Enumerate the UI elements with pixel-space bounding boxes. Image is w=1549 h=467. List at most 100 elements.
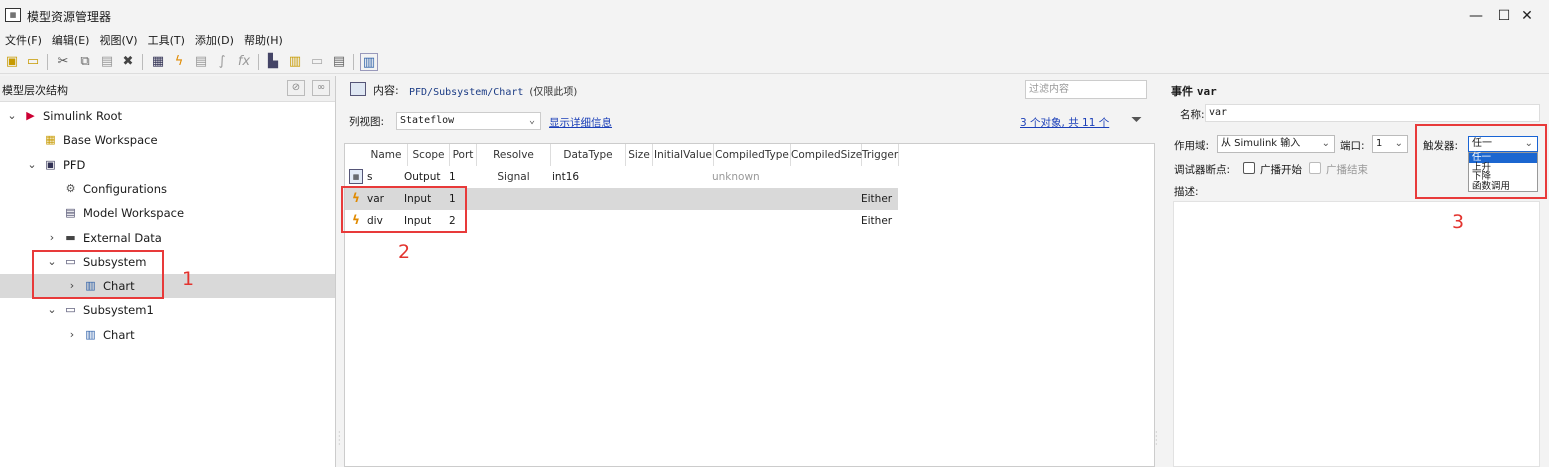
column-header[interactable]: Scope bbox=[408, 144, 450, 166]
broadcast-start-label: 广播开始 bbox=[1260, 164, 1302, 176]
column-header[interactable]: Size bbox=[626, 144, 653, 166]
cut-icon[interactable]: ✂ bbox=[54, 53, 72, 71]
annotation-box-2 bbox=[341, 186, 467, 233]
workspace-icon: ▦ bbox=[45, 133, 56, 147]
pane-title: 模型层次结构 bbox=[2, 84, 68, 97]
column-header[interactable]: Name bbox=[365, 144, 408, 166]
cell-compiledtype: unknown bbox=[712, 171, 760, 183]
tree-item[interactable]: ▤ Model Workspace bbox=[0, 201, 335, 225]
tree-item-label: Simulink Root bbox=[43, 109, 123, 123]
chevron-down-icon[interactable]: ⌄ bbox=[46, 298, 58, 322]
toolbar: ▣ ▭ ✂ ⧉ ▤ ✖ ▦ ϟ ▤ ∫ fx ▙ ▥ ▭ ▤ ▥ bbox=[0, 50, 1549, 74]
dialog-pane-icon[interactable]: ▥ bbox=[360, 53, 378, 71]
chevron-down-icon: ⌄ bbox=[1394, 138, 1403, 149]
workspace-toolbar-icon[interactable]: ▥ bbox=[286, 53, 304, 71]
tree-item[interactable]: ⚙ Configurations bbox=[0, 177, 335, 201]
cell-port: 1 bbox=[449, 171, 456, 183]
name-field[interactable]: var bbox=[1205, 104, 1540, 122]
chevron-down-icon[interactable]: ⌄ bbox=[6, 104, 18, 128]
paste-icon[interactable]: ▤ bbox=[98, 53, 116, 71]
content-breadcrumb: 内容: PFD/Subsystem/Chart (仅限此项) 过滤内容 bbox=[337, 76, 1155, 102]
menu-tools[interactable]: 工具(T) bbox=[148, 32, 185, 50]
add-message-icon[interactable]: ▤ bbox=[192, 53, 210, 71]
content-icon bbox=[350, 82, 366, 96]
chevron-right-icon[interactable]: › bbox=[46, 226, 58, 250]
chevron-right-icon[interactable]: › bbox=[66, 323, 78, 347]
open-folder-icon[interactable]: ▭ bbox=[24, 53, 42, 71]
list-view-label: 列视图: bbox=[349, 116, 385, 128]
menu-view[interactable]: 视图(V) bbox=[99, 32, 137, 50]
cell-datatype: int16 bbox=[552, 171, 580, 183]
delete-icon[interactable]: ✖ bbox=[119, 53, 137, 71]
object-count-link[interactable]: 3 个对象, 共 11 个 bbox=[1020, 115, 1109, 130]
menu-help[interactable]: 帮助(H) bbox=[244, 32, 283, 50]
model-icon: ▣ bbox=[45, 157, 56, 171]
event-title: 事件 var bbox=[1171, 85, 1217, 98]
minimize-button[interactable]: — bbox=[1461, 5, 1491, 27]
properties-icon[interactable]: ▤ bbox=[330, 53, 348, 71]
cell-scope: Output bbox=[404, 171, 441, 183]
tree-item[interactable]: › ▥ Chart bbox=[0, 323, 335, 347]
column-header[interactable]: DataType bbox=[551, 144, 626, 166]
contents-pane: 内容: PFD/Subsystem/Chart (仅限此项) 过滤内容 列视图:… bbox=[337, 76, 1155, 467]
port-select[interactable]: 1 ⌄ bbox=[1372, 135, 1408, 153]
table-row[interactable]: ▦ s Output 1 int16 unknown bbox=[345, 166, 898, 188]
tree-item[interactable]: ⌄ ▣ PFD bbox=[0, 153, 335, 177]
chevron-down-icon[interactable]: ⌄ bbox=[26, 153, 38, 177]
tree-item-label: PFD bbox=[63, 157, 86, 172]
broadcast-end-checkbox[interactable] bbox=[1309, 162, 1321, 174]
column-header[interactable]: Trigger bbox=[862, 144, 899, 166]
subsystem-icon: ▭ bbox=[65, 303, 76, 317]
name-label: 名称: bbox=[1180, 109, 1205, 121]
close-button[interactable]: ✕ bbox=[1512, 5, 1542, 27]
fx-icon[interactable]: fx bbox=[235, 53, 253, 71]
add-event-icon[interactable]: ϟ bbox=[170, 53, 188, 71]
model-advisor-icon[interactable]: ▙ bbox=[264, 53, 282, 71]
splitter-grip[interactable]: · · · · bbox=[1155, 429, 1158, 449]
library-icon[interactable]: ▭ bbox=[308, 53, 326, 71]
gear-icon: ⚙ bbox=[65, 181, 76, 195]
menu-add[interactable]: 添加(D) bbox=[195, 32, 234, 50]
scope-select[interactable]: 从 Simulink 输入 ⌄ bbox=[1217, 135, 1335, 153]
add-data-icon[interactable]: ▦ bbox=[149, 53, 167, 71]
tree-item[interactable]: ⌄ ▭ Subsystem1 bbox=[0, 298, 335, 322]
broadcast-end-label: 广播结束 bbox=[1326, 164, 1368, 176]
filter-funnel-icon[interactable]: ⏷ bbox=[1131, 112, 1142, 128]
column-header[interactable]: Resolve Signal bbox=[477, 144, 551, 183]
window-title: 模型资源管理器 bbox=[27, 10, 112, 24]
description-field[interactable] bbox=[1173, 201, 1540, 467]
scope-label: 作用域: bbox=[1174, 140, 1210, 152]
chevron-down-icon: ⌄ bbox=[1321, 138, 1330, 149]
tree-item[interactable]: ▦ Base Workspace bbox=[0, 128, 335, 152]
menu-file[interactable]: 文件(F) bbox=[5, 32, 42, 50]
annotation-number-3: 3 bbox=[1452, 211, 1465, 233]
tree-item-label: Subsystem1 bbox=[83, 303, 154, 318]
add-function-icon[interactable]: ∫ bbox=[213, 53, 231, 71]
column-header[interactable]: InitialValue bbox=[653, 144, 714, 166]
tree-item-label: External Data bbox=[83, 230, 162, 245]
annotation-number-2: 2 bbox=[398, 241, 411, 263]
list-view-select[interactable]: Stateflow ⌄ bbox=[396, 112, 541, 130]
cell-trigger: Either bbox=[861, 193, 893, 205]
copy-icon[interactable]: ⧉ bbox=[76, 53, 94, 71]
new-model-icon[interactable]: ▣ bbox=[3, 53, 21, 71]
show-details-link[interactable]: 显示详细信息 bbox=[549, 115, 612, 130]
chart-icon: ▥ bbox=[85, 327, 96, 341]
column-header[interactable]: CompiledType bbox=[714, 144, 791, 166]
menu-edit[interactable]: 编辑(E) bbox=[52, 32, 90, 50]
link-icon[interactable]: ⊘ bbox=[287, 80, 305, 96]
description-label: 描述: bbox=[1174, 186, 1199, 198]
tree-item-label: Chart bbox=[103, 327, 135, 342]
splitter-grip[interactable]: · · · · bbox=[338, 429, 341, 449]
filter-input[interactable]: 过滤内容 bbox=[1025, 80, 1147, 99]
tree-item[interactable]: › ▬ External Data bbox=[0, 226, 335, 250]
tree-item[interactable]: ⌄ ▶ Simulink Root bbox=[0, 104, 335, 128]
system-icon[interactable]: ∞ bbox=[312, 80, 330, 96]
annotation-box-1 bbox=[32, 250, 164, 299]
debugger-label: 调试器断点: bbox=[1174, 164, 1231, 176]
broadcast-start-checkbox[interactable] bbox=[1243, 162, 1255, 174]
column-header[interactable]: Port bbox=[450, 144, 477, 166]
model-hierarchy-header: 模型层次结构 ⊘ ∞ bbox=[0, 76, 335, 102]
model-workspace-icon: ▤ bbox=[65, 206, 76, 220]
column-header[interactable]: CompiledSize bbox=[791, 144, 862, 166]
